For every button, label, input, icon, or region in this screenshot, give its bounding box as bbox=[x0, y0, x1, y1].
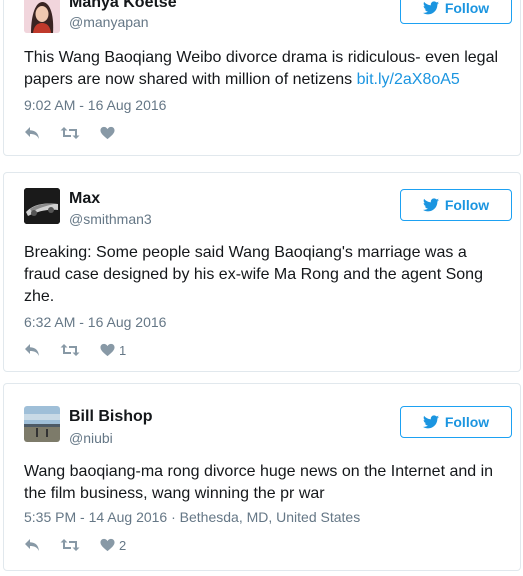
tweet-actions: 1 bbox=[24, 340, 146, 360]
retweet-button[interactable] bbox=[60, 343, 80, 357]
tweet-card: Manya Koetse @manyapan Follow This Wang … bbox=[3, 0, 521, 156]
reply-icon bbox=[25, 539, 39, 551]
tweet-timestamp[interactable]: 5:35 PM - 14 Aug 2016 · Bethesda, MD, Un… bbox=[24, 509, 360, 525]
user-handle[interactable]: @niubi bbox=[69, 430, 113, 446]
tweet-timestamp[interactable]: 6:32 AM - 16 Aug 2016 bbox=[24, 314, 166, 330]
tweet-link[interactable]: bit.ly/2aX8oA5 bbox=[357, 71, 460, 88]
avatar[interactable] bbox=[24, 406, 60, 442]
tweet-card: Bill Bishop @niubi Follow Wang baoqiang-… bbox=[3, 383, 521, 571]
follow-label: Follow bbox=[444, 414, 490, 430]
heart-icon bbox=[100, 343, 115, 357]
retweet-icon bbox=[60, 344, 80, 356]
user-handle[interactable]: @manyapan bbox=[69, 14, 149, 30]
follow-label: Follow bbox=[444, 0, 490, 16]
follow-label: Follow bbox=[444, 197, 490, 213]
tweet-text: This Wang Baoqiang Weibo divorce drama i… bbox=[24, 47, 504, 91]
avatar[interactable] bbox=[24, 0, 60, 33]
like-count: 1 bbox=[119, 342, 127, 358]
reply-icon bbox=[25, 344, 39, 356]
retweet-icon bbox=[60, 539, 80, 551]
tweet-actions bbox=[24, 123, 139, 143]
follow-button[interactable]: Follow bbox=[400, 189, 512, 221]
tweet-timestamp[interactable]: 9:02 AM - 16 Aug 2016 bbox=[24, 97, 166, 113]
heart-icon bbox=[100, 538, 115, 552]
display-name[interactable]: Manya Koetse bbox=[69, 0, 177, 12]
reply-button[interactable] bbox=[24, 343, 40, 357]
like-button[interactable] bbox=[100, 126, 119, 140]
twitter-bird-icon bbox=[422, 1, 439, 15]
display-name[interactable]: Bill Bishop bbox=[69, 408, 153, 426]
follow-button[interactable]: Follow bbox=[400, 406, 512, 438]
retweet-button[interactable] bbox=[60, 126, 80, 140]
follow-button[interactable]: Follow bbox=[400, 0, 512, 24]
reply-icon bbox=[25, 127, 39, 139]
like-button[interactable]: 2 bbox=[100, 538, 126, 553]
tweet-text: Breaking: Some people said Wang Baoqiang… bbox=[24, 244, 483, 305]
tweet-actions: 2 bbox=[24, 535, 146, 555]
twitter-bird-icon bbox=[422, 198, 439, 212]
retweet-button[interactable] bbox=[60, 538, 80, 552]
heart-icon bbox=[100, 126, 115, 140]
like-button[interactable]: 1 bbox=[100, 343, 126, 358]
like-count: 2 bbox=[119, 537, 127, 553]
tweet-text: Wang baoqiang-ma rong divorce huge news … bbox=[24, 463, 494, 502]
user-handle[interactable]: @smithman3 bbox=[69, 211, 152, 227]
reply-button[interactable] bbox=[24, 538, 40, 552]
display-name[interactable]: Max bbox=[69, 190, 100, 208]
avatar[interactable] bbox=[24, 188, 60, 224]
twitter-bird-icon bbox=[422, 415, 439, 429]
tweet-card: Max @smithman3 Follow Breaking: Some peo… bbox=[3, 172, 521, 372]
retweet-icon bbox=[60, 127, 80, 139]
reply-button[interactable] bbox=[24, 126, 40, 140]
